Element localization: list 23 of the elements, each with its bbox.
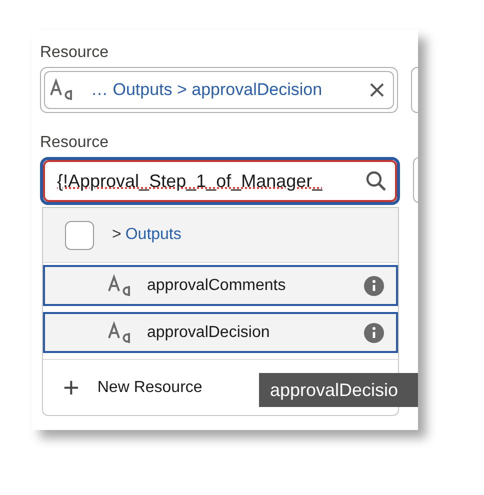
text-type-icon (107, 274, 133, 298)
field-label: Resource (40, 43, 110, 63)
option-label: approvalDecision (147, 322, 271, 342)
resource-search-field[interactable]: {!Approval_Step_1_of_Manager_ (40, 157, 400, 205)
tooltip: approvalDecisio (259, 373, 418, 407)
option-label: approvalComments (147, 276, 287, 296)
plus-icon: + (63, 374, 80, 402)
text-type-icon (49, 78, 75, 102)
text-type-icon (107, 320, 133, 344)
resource-option[interactable]: approvalComments (43, 265, 398, 306)
search-text: {!Approval_Step_1_of_Manager_ (57, 170, 324, 193)
field-label: Resource (40, 133, 110, 153)
info-icon[interactable] (364, 276, 384, 296)
resource-option[interactable]: approvalDecision (43, 312, 398, 353)
resource-field[interactable]: … Outputs > approvalDecision (40, 67, 398, 113)
breadcrumb-separator: > (112, 225, 122, 245)
new-resource-button[interactable]: New Resource (97, 376, 202, 400)
info-icon[interactable] (364, 322, 384, 342)
search-icon[interactable] (365, 170, 387, 192)
close-icon[interactable] (369, 82, 385, 98)
outputs-link[interactable]: Outputs (125, 223, 182, 247)
checkbox[interactable] (65, 220, 94, 250)
resource-value: … Outputs > approvalDecision (91, 79, 324, 102)
